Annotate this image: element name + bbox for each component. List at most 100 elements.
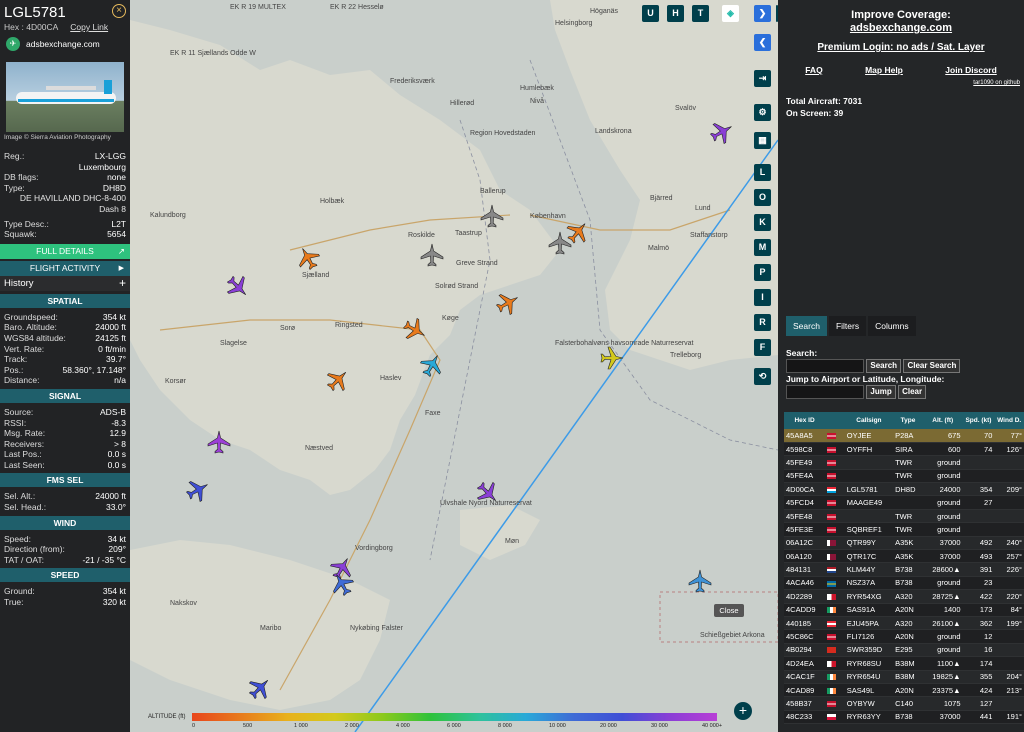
table-row[interactable]: 484131 KLM44Y B738 28600▲ 391 226°	[784, 562, 1024, 577]
section-speed[interactable]: SPEED	[0, 568, 130, 583]
jump-button[interactable]: Jump	[866, 385, 896, 399]
improve-link[interactable]: adsbexchange.com	[778, 22, 1024, 35]
column-header[interactable]: Alt. (ft)	[922, 412, 963, 429]
altitude-tick: 10 000	[549, 723, 566, 729]
settings-gear-icon[interactable]: ⚙	[754, 104, 771, 121]
table-row[interactable]: 45FE48 TWR ground	[784, 509, 1024, 524]
table-row[interactable]: 458B37 OYBYW C140 1075 127	[784, 696, 1024, 711]
section-spatial[interactable]: SPATIAL	[0, 293, 130, 308]
map-letter-button[interactable]: K	[754, 214, 771, 231]
table-row[interactable]: 06A120 QTR17C A35K 37000 493 257°	[784, 549, 1024, 564]
search-button[interactable]: Search	[866, 359, 902, 373]
flight-activity-label: FLIGHT ACTIVITY	[29, 262, 101, 273]
join-discord-link[interactable]: Join Discord	[945, 65, 996, 75]
map-letter-button[interactable]: I	[754, 289, 771, 306]
column-header[interactable]: Spd. (kt)	[962, 412, 995, 429]
improve-coverage[interactable]: Improve Coverage: adsbexchange.com	[778, 9, 1024, 35]
map-letter-button[interactable]: L	[754, 164, 771, 181]
section-fms[interactable]: FMS SEL	[0, 473, 130, 488]
table-row[interactable]: 4CADD9 SAS91A A20N 1400 173 84°	[784, 603, 1024, 617]
table-row[interactable]: 45FE3E SQBREF1 TWR ground	[784, 522, 1024, 537]
cell-type: SIRA	[893, 442, 923, 457]
close-button[interactable]: Close	[714, 604, 744, 617]
github-link[interactable]: tar1090 on github	[778, 80, 1024, 86]
info-value: L2T	[111, 218, 126, 229]
table-row[interactable]: 4CAD89 SAS49L A20N 23375▲ 424 213°	[784, 683, 1024, 698]
cell-altitude: 19825▲	[922, 670, 963, 684]
country-flag-icon	[827, 634, 837, 641]
cell-wind: 209°	[994, 482, 1024, 497]
search-input[interactable]	[786, 359, 864, 373]
table-row[interactable]: 440185 EJU45PA A320 26100▲ 362 199°	[784, 616, 1024, 631]
tab-search[interactable]: Search	[786, 316, 827, 336]
table-row[interactable]: 4D00CA LGL5781 DH8D 24000 354 209°	[784, 482, 1024, 497]
cell-type: A320	[893, 589, 923, 604]
map-button-h[interactable]: H	[667, 5, 684, 22]
table-row[interactable]: 4D24EA RYR68SU B38M 1100▲ 174	[784, 656, 1024, 671]
faq-link[interactable]: FAQ	[805, 65, 822, 75]
column-header[interactable]	[825, 412, 845, 429]
table-row[interactable]: 45FE4A TWR ground	[784, 469, 1024, 484]
table-row[interactable]: 4D2289 RYR54XG A320 28725▲ 422 220°	[784, 589, 1024, 604]
chevron-right-icon[interactable]: ❯	[754, 5, 771, 22]
photo-wing	[46, 86, 96, 90]
column-header[interactable]: Hex ID	[784, 412, 826, 429]
table-row[interactable]: 4CAC1F RYR654U B38M 19825▲ 355 204°	[784, 670, 1024, 684]
table-row[interactable]: 06A12C QTR99Y A35K 37000 492 240°	[784, 536, 1024, 551]
country-flag-icon	[827, 459, 837, 466]
map-button-u[interactable]: U	[642, 5, 659, 22]
stats-icon[interactable]: ▦	[754, 132, 771, 149]
replay-icon[interactable]: ⟲	[754, 368, 771, 385]
map-letter-button[interactable]: P	[754, 264, 771, 281]
map-letter-button[interactable]: M	[754, 239, 771, 256]
chevron-left-icon[interactable]: ❮	[754, 34, 771, 51]
tab-columns[interactable]: Columns	[868, 316, 916, 336]
map-help-link[interactable]: Map Help	[865, 65, 903, 75]
column-header[interactable]: Type	[893, 412, 923, 429]
copy-link[interactable]: Copy Link	[70, 22, 108, 32]
adsbx-link[interactable]: ✈ adsbexchange.com	[0, 34, 130, 54]
cell-speed: 173	[962, 603, 995, 617]
map-letter-button[interactable]: R	[754, 314, 771, 331]
map-view[interactable]: EK R 19 MULTEX EK R 22 Hesselø EK R 11 Sjæ…	[130, 0, 778, 732]
cell-wind: 77°	[994, 429, 1024, 443]
aircraft-photo[interactable]	[6, 62, 124, 132]
tab-filters[interactable]: Filters	[828, 316, 867, 336]
table-row[interactable]: 48C233 RYR63YY B738 37000 441 191°	[784, 710, 1024, 725]
map-place-label: Svalöv	[675, 105, 697, 112]
close-icon[interactable]: ×	[112, 4, 126, 18]
altitude-tick: 1 000	[294, 723, 308, 729]
table-row[interactable]: 45C86C FLI7126 A20N ground 12	[784, 629, 1024, 644]
map-place-label: København	[530, 213, 566, 220]
table-row[interactable]: 45FE49 TWR ground	[784, 455, 1024, 470]
premium-login-link[interactable]: Premium Login: no ads / Sat. Layer	[778, 42, 1024, 53]
cell-hex: 440185	[784, 616, 826, 631]
table-row[interactable]: 4598C8 OYFFH SIRA 600 74 126°	[784, 442, 1024, 457]
clear-search-button[interactable]: Clear Search	[903, 359, 961, 373]
table-row[interactable]: 45A8A5 OYJEE P28A 675 70 77°	[784, 429, 1024, 443]
full-details-button[interactable]: FULL DETAILS ↗	[0, 243, 130, 259]
map-letter-button[interactable]: O	[754, 189, 771, 206]
layers-icon[interactable]: ◈	[722, 5, 739, 22]
history-row[interactable]: History +	[0, 275, 130, 291]
cell-hex: 45FE48	[784, 509, 826, 524]
table-row[interactable]: 4ACA46 NSZ37A B738 ground 23	[784, 576, 1024, 591]
flight-activity-button[interactable]: FLIGHT ACTIVITY ▶	[0, 260, 130, 276]
jump-input[interactable]	[786, 385, 864, 399]
map-button-t[interactable]: T	[692, 5, 709, 22]
table-row[interactable]: 45FCD4 MAAGE49 ground 27	[784, 495, 1024, 510]
cell-altitude: ground	[922, 509, 963, 524]
column-header[interactable]: Callsign	[844, 412, 894, 429]
column-header[interactable]: Wind D.	[994, 412, 1024, 429]
table-row[interactable]: 4B0294 SWR359D E295 ground 16	[784, 643, 1024, 658]
clear-button[interactable]: Clear	[898, 385, 927, 399]
cell-callsign: SAS91A	[844, 603, 894, 617]
section-wind[interactable]: WIND	[0, 515, 130, 530]
cell-speed: 27	[962, 495, 995, 510]
map-place-label: Solrød Strand	[435, 283, 479, 290]
info-row: Vert. Rate: 0 ft/min	[0, 344, 130, 355]
adsbx-logo-icon: ✈	[6, 37, 20, 51]
login-icon[interactable]: ⇥	[754, 70, 771, 87]
map-letter-button[interactable]: F	[754, 339, 771, 356]
section-signal[interactable]: SIGNAL	[0, 388, 130, 403]
